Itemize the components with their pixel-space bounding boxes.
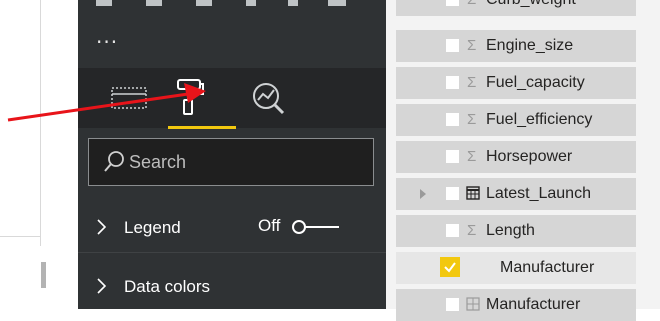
field-label: Latest_Launch xyxy=(486,185,591,202)
expand-icon[interactable] xyxy=(420,189,426,199)
legend-toggle[interactable] xyxy=(291,218,341,236)
field-label: Length xyxy=(486,222,535,239)
visual-type-icon[interactable] xyxy=(246,0,256,6)
sigma-icon: Σ xyxy=(467,0,476,9)
field-checkbox-checked[interactable] xyxy=(440,257,460,277)
data-colors-section[interactable]: Data colors xyxy=(78,263,386,309)
field-checkbox[interactable] xyxy=(446,298,459,311)
chevron-right-icon xyxy=(97,219,106,235)
checkmark-icon xyxy=(444,262,456,273)
visual-type-icon[interactable] xyxy=(288,0,298,6)
canvas-border xyxy=(40,0,41,246)
field-row[interactable]: Σ Fuel_capacity xyxy=(396,67,636,99)
field-row[interactable]: Σ Horsepower xyxy=(396,141,636,173)
more-visuals-button[interactable]: ... xyxy=(96,26,118,46)
canvas-scrollbar[interactable] xyxy=(41,262,46,288)
section-divider xyxy=(78,252,386,253)
sigma-icon: Σ xyxy=(467,222,477,239)
tab-format[interactable] xyxy=(168,76,206,120)
calendar-icon xyxy=(466,186,480,200)
legend-toggle-state: Off xyxy=(258,216,281,235)
field-label: Curb_weight xyxy=(486,0,576,9)
visual-type-icon[interactable] xyxy=(328,0,346,6)
data-colors-label: Data colors xyxy=(124,277,210,296)
field-row[interactable]: Manufacturer xyxy=(396,289,636,321)
field-checkbox[interactable] xyxy=(446,187,459,200)
field-row[interactable]: Σ Engine_size xyxy=(396,30,636,62)
search-input[interactable] xyxy=(129,149,359,175)
analytics-icon xyxy=(253,83,285,115)
sigma-icon: Σ xyxy=(467,111,477,128)
field-row[interactable]: Latest_Launch xyxy=(396,178,636,210)
field-label: Horsepower xyxy=(486,148,573,165)
pane-gap xyxy=(386,0,396,309)
search-icon xyxy=(104,151,124,172)
visual-type-icons xyxy=(78,0,386,16)
field-checkbox[interactable] xyxy=(446,0,459,6)
field-row[interactable]: Σ Length xyxy=(396,215,636,247)
visual-type-icon[interactable] xyxy=(96,0,112,6)
legend-label: Legend xyxy=(124,218,181,237)
active-tab-indicator xyxy=(168,126,236,129)
tab-analytics[interactable] xyxy=(250,76,288,120)
paint-roller-icon xyxy=(177,79,204,115)
sigma-icon: Σ xyxy=(467,74,477,91)
field-row[interactable]: Manufacturer xyxy=(396,252,636,284)
field-checkbox[interactable] xyxy=(446,224,459,237)
visual-type-icon[interactable] xyxy=(146,0,162,6)
field-row[interactable]: Σ Fuel_efficiency xyxy=(396,104,636,136)
field-label: Engine_size xyxy=(486,37,574,54)
field-checkbox[interactable] xyxy=(446,76,459,89)
field-checkbox[interactable] xyxy=(446,39,459,52)
sigma-icon: Σ xyxy=(467,37,477,54)
field-label: Fuel_efficiency xyxy=(486,111,593,128)
field-checkbox[interactable] xyxy=(446,150,459,163)
fields-icon xyxy=(111,87,147,109)
field-checkbox[interactable] xyxy=(446,113,459,126)
tab-fields[interactable] xyxy=(110,76,148,120)
fields-list: Σ Curb_weight Σ Engine_size Σ Fuel_capac… xyxy=(396,0,660,321)
field-label: Manufacturer xyxy=(500,259,595,276)
visualizations-pane: ... Search Legend Off Data colors xyxy=(78,0,386,309)
sigma-icon: Σ xyxy=(467,148,477,165)
pane-tabs xyxy=(78,68,386,129)
canvas-divider xyxy=(0,236,40,237)
field-label: Fuel_capacity xyxy=(486,74,585,91)
canvas-area xyxy=(0,0,78,309)
visual-type-icon[interactable] xyxy=(196,0,212,6)
search-box[interactable] xyxy=(88,138,374,186)
field-row[interactable]: Σ Curb_weight xyxy=(396,0,636,16)
field-label: Manufacturer xyxy=(486,296,581,313)
chevron-right-icon xyxy=(97,278,106,294)
legend-section[interactable]: Legend Off xyxy=(78,204,386,252)
